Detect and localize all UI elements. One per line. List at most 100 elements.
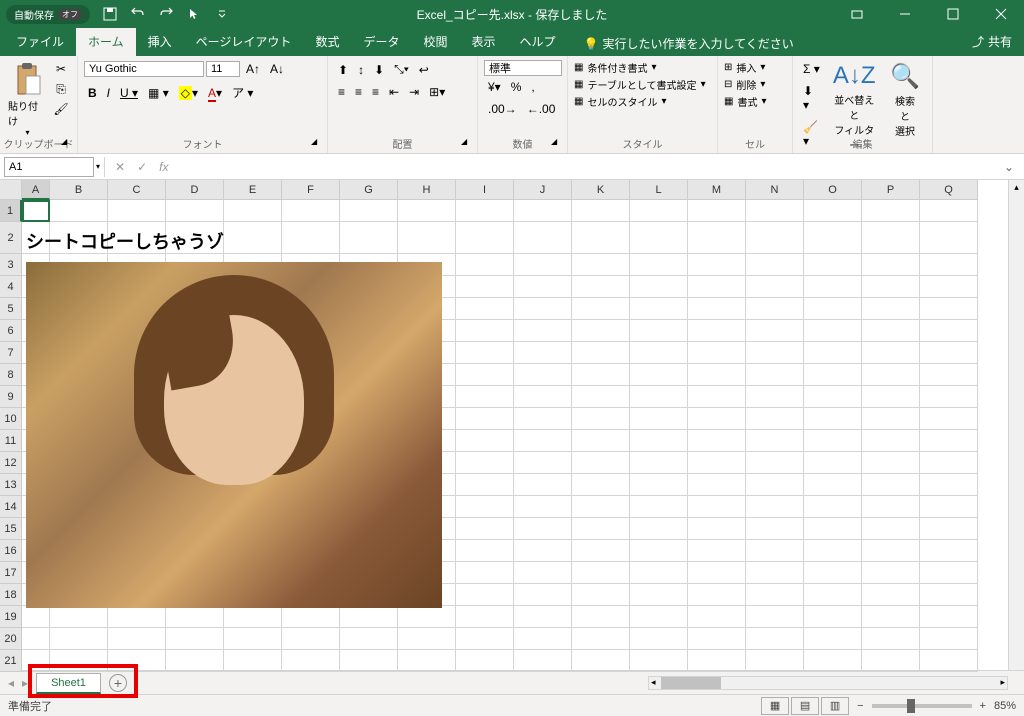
cell-K5[interactable]	[572, 298, 630, 320]
column-header-F[interactable]: F	[282, 180, 340, 200]
name-box-dropdown[interactable]: ▾	[96, 162, 100, 171]
cell-I8[interactable]	[456, 364, 514, 386]
column-header-M[interactable]: M	[688, 180, 746, 200]
column-header-C[interactable]: C	[108, 180, 166, 200]
cell-C1[interactable]	[108, 200, 166, 222]
cell-K16[interactable]	[572, 540, 630, 562]
cell-I13[interactable]	[456, 474, 514, 496]
cell-O7[interactable]	[804, 342, 862, 364]
cell-F1[interactable]	[282, 200, 340, 222]
cell-J7[interactable]	[514, 342, 572, 364]
cell-O10[interactable]	[804, 408, 862, 430]
cell-G21[interactable]	[340, 650, 398, 672]
cell-L11[interactable]	[630, 430, 688, 452]
cell-I10[interactable]	[456, 408, 514, 430]
cell-C21[interactable]	[108, 650, 166, 672]
align-right-icon[interactable]: ≡	[368, 83, 383, 101]
cell-C2[interactable]	[108, 222, 166, 254]
cell-N19[interactable]	[746, 606, 804, 628]
cell-N14[interactable]	[746, 496, 804, 518]
column-header-G[interactable]: G	[340, 180, 398, 200]
decrease-indent-icon[interactable]: ⇤	[385, 83, 403, 101]
row-header-4[interactable]: 4	[0, 276, 22, 298]
cell-L19[interactable]	[630, 606, 688, 628]
cell-K9[interactable]	[572, 386, 630, 408]
cell-L17[interactable]	[630, 562, 688, 584]
cell-L8[interactable]	[630, 364, 688, 386]
zoom-in-button[interactable]: +	[980, 700, 986, 712]
align-bottom-icon[interactable]: ⬇	[370, 61, 388, 79]
cell-J2[interactable]	[514, 222, 572, 254]
cell-M21[interactable]	[688, 650, 746, 672]
cell-F21[interactable]	[282, 650, 340, 672]
cell-K8[interactable]	[572, 364, 630, 386]
conditional-format-button[interactable]: ▦条件付き書式 ▾	[574, 60, 656, 75]
cell-J14[interactable]	[514, 496, 572, 518]
cell-K18[interactable]	[572, 584, 630, 606]
cell-O11[interactable]	[804, 430, 862, 452]
cell-Q6[interactable]	[920, 320, 978, 342]
cell-O6[interactable]	[804, 320, 862, 342]
cell-O16[interactable]	[804, 540, 862, 562]
cell-I4[interactable]	[456, 276, 514, 298]
cell-J9[interactable]	[514, 386, 572, 408]
cell-J1[interactable]	[514, 200, 572, 222]
cell-K13[interactable]	[572, 474, 630, 496]
cell-K7[interactable]	[572, 342, 630, 364]
cell-Q11[interactable]	[920, 430, 978, 452]
column-header-A[interactable]: A	[22, 180, 50, 200]
new-sheet-button[interactable]: +	[109, 674, 127, 692]
row-header-10[interactable]: 10	[0, 408, 22, 430]
row-header-9[interactable]: 9	[0, 386, 22, 408]
cell-I12[interactable]	[456, 452, 514, 474]
name-box[interactable]	[4, 157, 94, 177]
cell-N18[interactable]	[746, 584, 804, 606]
cell-L10[interactable]	[630, 408, 688, 430]
cell-L3[interactable]	[630, 254, 688, 276]
cell-J20[interactable]	[514, 628, 572, 650]
cell-K1[interactable]	[572, 200, 630, 222]
cell-K4[interactable]	[572, 276, 630, 298]
cell-O9[interactable]	[804, 386, 862, 408]
vertical-scrollbar[interactable]: ▴	[1008, 180, 1024, 670]
cell-J4[interactable]	[514, 276, 572, 298]
cell-O12[interactable]	[804, 452, 862, 474]
cancel-formula-icon[interactable]: ✕	[109, 158, 131, 176]
cell-M4[interactable]	[688, 276, 746, 298]
cursor-icon[interactable]	[186, 6, 202, 22]
wrap-text-icon[interactable]: ↩	[415, 61, 433, 79]
cell-D21[interactable]	[166, 650, 224, 672]
row-header-11[interactable]: 11	[0, 430, 22, 452]
tab-help[interactable]: ヘルプ	[508, 27, 568, 56]
cell-N16[interactable]	[746, 540, 804, 562]
cell-M8[interactable]	[688, 364, 746, 386]
cell-P15[interactable]	[862, 518, 920, 540]
cell-Q1[interactable]	[920, 200, 978, 222]
cell-I16[interactable]	[456, 540, 514, 562]
cell-K15[interactable]	[572, 518, 630, 540]
cell-N1[interactable]	[746, 200, 804, 222]
cell-Q5[interactable]	[920, 298, 978, 320]
percent-icon[interactable]: %	[507, 78, 526, 96]
column-header-L[interactable]: L	[630, 180, 688, 200]
cell-A20[interactable]	[22, 628, 50, 650]
cell-L15[interactable]	[630, 518, 688, 540]
page-layout-view-icon[interactable]: ▤	[791, 697, 819, 715]
cell-P4[interactable]	[862, 276, 920, 298]
cell-I1[interactable]	[456, 200, 514, 222]
cell-K21[interactable]	[572, 650, 630, 672]
cell-A19[interactable]	[22, 606, 50, 628]
maximize-icon[interactable]	[930, 0, 976, 28]
column-header-J[interactable]: J	[514, 180, 572, 200]
formula-input[interactable]	[174, 159, 997, 175]
cell-F2[interactable]	[282, 222, 340, 254]
cell-M3[interactable]	[688, 254, 746, 276]
cell-I6[interactable]	[456, 320, 514, 342]
cell-M11[interactable]	[688, 430, 746, 452]
decrease-decimal-icon[interactable]: ←.00	[523, 100, 560, 118]
cell-L1[interactable]	[630, 200, 688, 222]
number-format-select[interactable]	[484, 60, 562, 76]
cell-P9[interactable]	[862, 386, 920, 408]
cell-M5[interactable]	[688, 298, 746, 320]
cell-N15[interactable]	[746, 518, 804, 540]
